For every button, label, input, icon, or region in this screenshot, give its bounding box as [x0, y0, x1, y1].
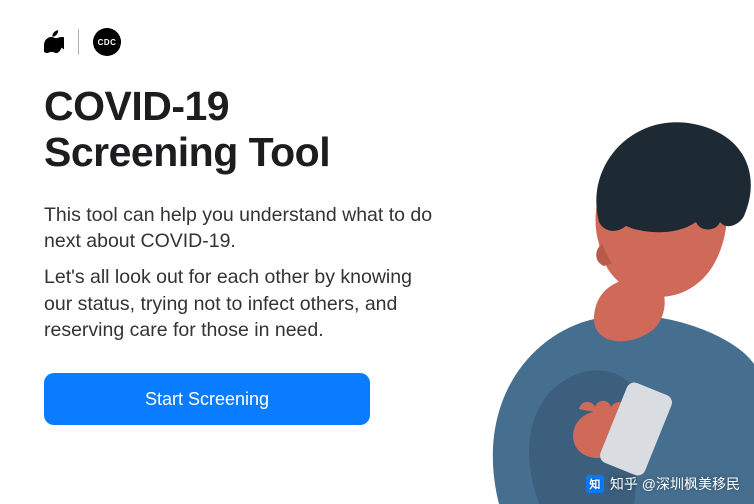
intro-body: Let's all look out for each other by kno… [44, 264, 414, 343]
person-with-phone-illustration [444, 104, 754, 504]
cdc-logo-icon: CDC [93, 28, 121, 56]
screening-tool-page: CDC COVID-19 Screening Tool This tool ca… [0, 0, 754, 504]
start-screening-button[interactable]: Start Screening [44, 373, 370, 425]
main-content: COVID-19 Screening Tool This tool can he… [44, 84, 444, 425]
watermark: 知 知乎 @深圳枫美移民 [586, 474, 740, 494]
zhihu-badge-icon: 知 [586, 475, 604, 493]
apple-logo-icon [44, 30, 64, 54]
intro-lead: This tool can help you understand what t… [44, 202, 444, 255]
page-title: COVID-19 Screening Tool [44, 84, 444, 176]
watermark-text: 知乎 @深圳枫美移民 [610, 474, 740, 494]
logo-row: CDC [44, 28, 710, 56]
logo-divider [78, 29, 79, 55]
cdc-logo-text: CDC [98, 38, 117, 47]
